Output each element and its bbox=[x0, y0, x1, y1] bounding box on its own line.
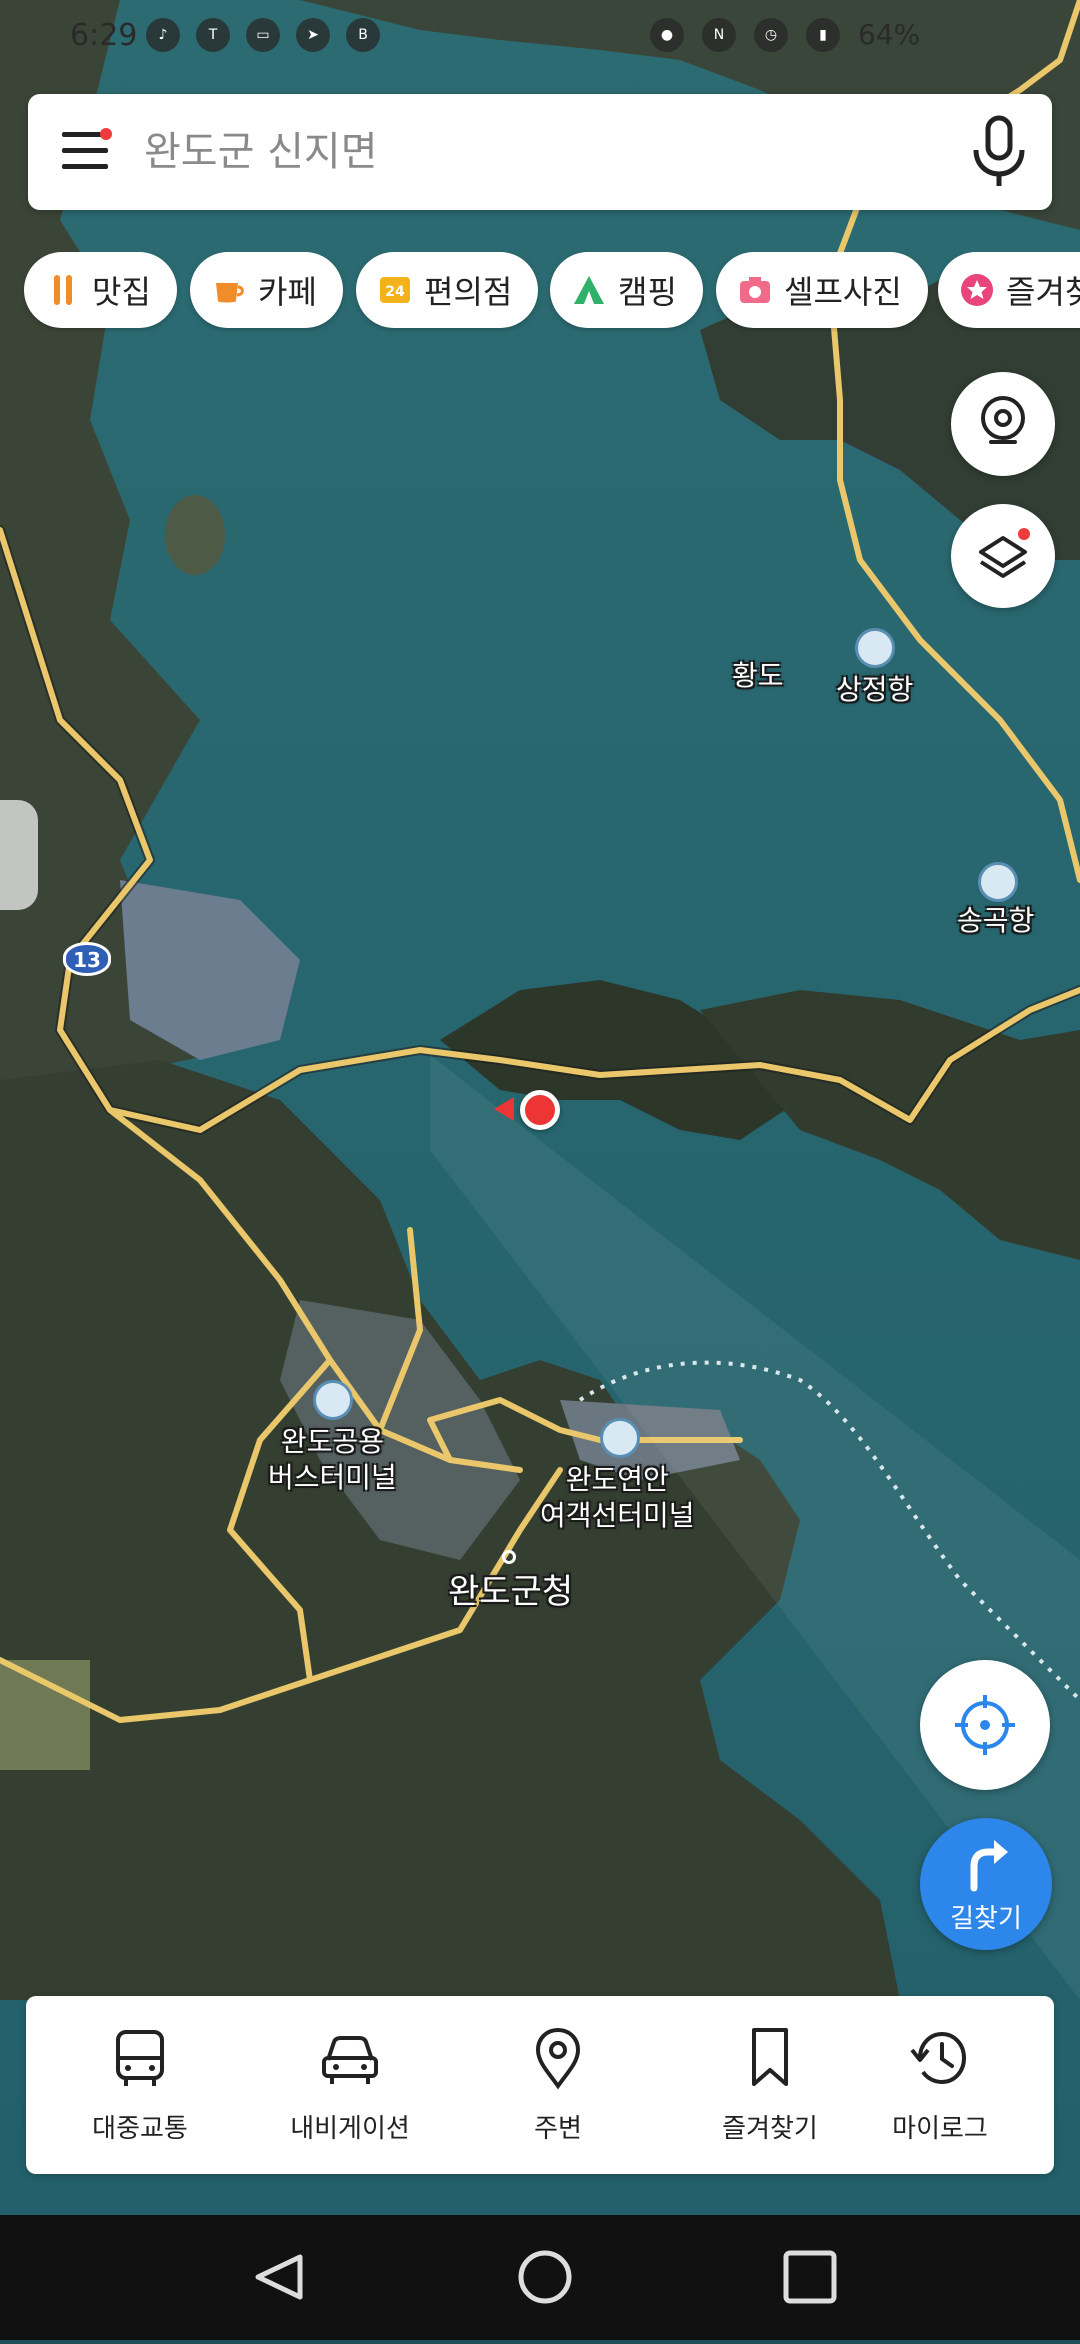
talk-icon: T bbox=[196, 18, 230, 52]
bus-terminal-line1: 완도공용 bbox=[280, 1425, 384, 1458]
signal-icon: ▮ bbox=[806, 18, 840, 52]
route-13-badge: 13 bbox=[63, 942, 111, 976]
restaurant-icon bbox=[46, 273, 80, 307]
notification-icons: ♪ T ▭ ➤ B bbox=[146, 18, 380, 52]
nav-label: 주변 bbox=[534, 2114, 582, 2144]
street-view-button[interactable] bbox=[951, 372, 1055, 476]
nav-navigation[interactable]: 내비게이션 bbox=[250, 1996, 450, 2174]
label-county-office[interactable]: 완도군청 bbox=[448, 1574, 573, 1610]
chip-restaurant[interactable]: 맛집 bbox=[24, 252, 177, 328]
heading-arrow-icon bbox=[494, 1097, 514, 1121]
map-layers-button[interactable] bbox=[951, 504, 1055, 608]
nav-label: 마이로그 bbox=[892, 2114, 988, 2144]
status-bar: 6:29 ♪ T ▭ ➤ B ● N ◷ ▮ 64% bbox=[0, 0, 1080, 78]
tent-icon bbox=[572, 273, 606, 307]
bus-terminal-icon[interactable] bbox=[313, 1380, 353, 1420]
music-icon: ♪ bbox=[146, 18, 180, 52]
nfc-icon: N bbox=[702, 18, 736, 52]
system-icons: ● N ◷ ▮ 64% bbox=[650, 18, 920, 52]
label-bus-terminal[interactable]: 완도공용 버스터미널 bbox=[268, 1424, 397, 1496]
chip-label: 편의점 bbox=[424, 273, 513, 311]
star-icon bbox=[960, 273, 994, 307]
back-icon[interactable] bbox=[255, 2254, 303, 2300]
ferry-terminal-icon[interactable] bbox=[600, 1418, 640, 1458]
nav-public-transit[interactable]: 대중교통 bbox=[40, 1996, 240, 2174]
bottom-navigation: 대중교통 내비게이션 주변 즐겨찾기 마이로그 bbox=[26, 1996, 1054, 2174]
turn-right-arrow-icon bbox=[970, 1840, 1008, 1892]
crosshair-icon bbox=[955, 1695, 1015, 1755]
search-bar[interactable]: 완도군 신지면 bbox=[28, 94, 1052, 210]
directions-label: 길찾기 bbox=[950, 1904, 1022, 1934]
home-icon[interactable] bbox=[518, 2250, 572, 2304]
alarm-icon: ◷ bbox=[754, 18, 788, 52]
coffee-cup-icon bbox=[212, 273, 246, 307]
nav-label: 대중교통 bbox=[92, 2114, 188, 2144]
county-office-dot bbox=[502, 1550, 516, 1564]
directions-button[interactable]: 길찾기 bbox=[920, 1818, 1052, 1950]
nav-label: 내비게이션 bbox=[290, 2114, 410, 2144]
chip-convenience-store[interactable]: 24 편의점 bbox=[356, 252, 539, 328]
search-input[interactable]: 완도군 신지면 bbox=[144, 122, 378, 182]
chip-label: 카페 bbox=[258, 273, 317, 311]
message-icon: ▭ bbox=[246, 18, 280, 52]
layers-icon bbox=[979, 536, 1027, 578]
street-view-icon bbox=[981, 396, 1025, 444]
telegram-icon: ➤ bbox=[296, 18, 330, 52]
history-icon bbox=[910, 2031, 967, 2085]
chip-camping[interactable]: 캠핑 bbox=[550, 252, 703, 328]
nav-my-log[interactable]: 마이로그 bbox=[840, 1996, 1040, 2174]
chip-label: 즐겨찾 bbox=[1006, 273, 1080, 311]
bus-icon bbox=[116, 2030, 164, 2086]
current-location-button[interactable] bbox=[920, 1660, 1050, 1790]
category-chips: 맛집 카페 24 편의점 캠핑 셀프사진 즐겨찾 bbox=[0, 252, 1080, 332]
location-status-icon: ● bbox=[650, 18, 684, 52]
status-time: 6:29 bbox=[70, 18, 138, 53]
port-icon[interactable] bbox=[855, 628, 895, 668]
chip-cafe[interactable]: 카페 bbox=[190, 252, 343, 328]
layers-notification-dot bbox=[1018, 528, 1030, 540]
battery-percent: 64% bbox=[858, 18, 921, 51]
chip-label: 맛집 bbox=[92, 273, 151, 311]
label-ferry-terminal[interactable]: 완도연안 여객선터미널 bbox=[540, 1462, 695, 1534]
system-navigation-bar bbox=[0, 2215, 1080, 2340]
nav-nearby[interactable]: 주변 bbox=[458, 1996, 658, 2174]
chip-favorites[interactable]: 즐겨찾 bbox=[938, 252, 1080, 328]
port-icon[interactable] bbox=[978, 862, 1018, 902]
bus-terminal-line2: 버스터미널 bbox=[268, 1461, 397, 1494]
camera-icon bbox=[738, 273, 772, 307]
chip-label: 캠핑 bbox=[618, 273, 677, 311]
ferry-terminal-line2: 여객선터미널 bbox=[540, 1499, 695, 1532]
microphone-icon[interactable] bbox=[964, 114, 1034, 190]
car-icon bbox=[322, 2036, 378, 2084]
label-hwangdo[interactable]: 황도 bbox=[732, 658, 784, 694]
bookmark-icon bbox=[752, 2028, 788, 2086]
chip-label: 셀프사진 bbox=[784, 273, 902, 311]
svg-text:24: 24 bbox=[385, 284, 405, 300]
satellite-map[interactable]: 13 황도 상정항 송곡항 완도공용 버스터미널 완도연안 여객선터미널 완도군… bbox=[0, 0, 1080, 2215]
label-songgok-port[interactable]: 송곡항 bbox=[957, 903, 1034, 939]
label-sangjeong-port[interactable]: 상정항 bbox=[836, 672, 913, 708]
b-icon: B bbox=[346, 18, 380, 52]
convenience-store-24-icon: 24 bbox=[378, 273, 412, 307]
ferry-terminal-line1: 완도연안 bbox=[565, 1463, 669, 1496]
current-location-pin[interactable] bbox=[520, 1090, 560, 1130]
notification-dot bbox=[100, 128, 112, 140]
recents-icon[interactable] bbox=[783, 2250, 837, 2304]
side-power-handle[interactable] bbox=[0, 800, 38, 910]
location-pin-icon bbox=[535, 2027, 581, 2090]
chip-self-photo[interactable]: 셀프사진 bbox=[716, 252, 928, 328]
